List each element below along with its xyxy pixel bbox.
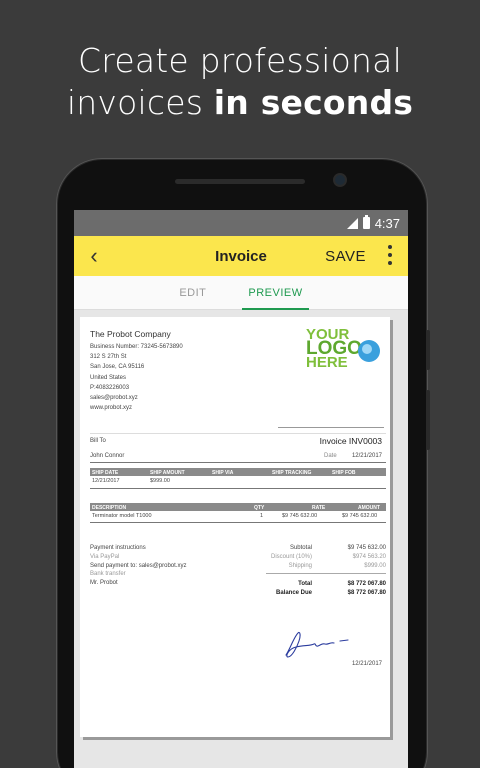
bill-to-label: Bill To bbox=[90, 438, 106, 444]
front-camera bbox=[333, 173, 347, 187]
volume-button bbox=[426, 330, 430, 370]
ship-amount: $999.00 bbox=[150, 478, 170, 484]
signature-image bbox=[285, 631, 349, 658]
status-bar: 4:37 bbox=[74, 210, 408, 236]
company-line: San Jose, CA 95116 bbox=[90, 364, 145, 371]
date-label: Date bbox=[324, 453, 337, 459]
headline-line-1: Create professional bbox=[78, 41, 402, 80]
ship-header-cell: SHIP VIA bbox=[212, 469, 234, 476]
headline-line-2: invoices in seconds bbox=[0, 82, 480, 124]
ship-header-cell: SHIP DATE bbox=[92, 469, 119, 476]
headline-bold: in seconds bbox=[213, 83, 414, 122]
payment-via: Via PayPal bbox=[90, 553, 120, 560]
shipping-value: $999.00 bbox=[364, 562, 386, 569]
company-name: The Probot Company bbox=[90, 329, 171, 339]
totals-labels: Subtotal Discount (10%) Shipping bbox=[266, 544, 312, 570]
items-header-cell: RATE bbox=[312, 504, 326, 511]
phone-screen: 4:37 ‹ Invoice SAVE EDIT PREVIEW The Pro… bbox=[74, 210, 408, 768]
items-header-cell: DESCRIPTION bbox=[92, 504, 127, 511]
signal-icon bbox=[346, 217, 358, 229]
invoice-preview: The Probot Company Business Number: 7324… bbox=[80, 317, 390, 737]
save-button[interactable]: SAVE bbox=[325, 248, 366, 265]
invoice-number: Invoice INV0003 bbox=[319, 436, 382, 446]
discount-label: Discount (10%) bbox=[270, 553, 312, 560]
total-value: $8 772 067.80 bbox=[347, 581, 386, 587]
items-header-cell: AMOUNT bbox=[358, 504, 380, 511]
signature-date: 12/21/2017 bbox=[351, 661, 382, 667]
company-line: sales@probot.xyz bbox=[90, 395, 138, 402]
payment-name: Mr. Probot bbox=[90, 580, 118, 587]
item-qty: 1 bbox=[260, 513, 264, 519]
payment-bank: Bank transfer bbox=[90, 571, 126, 578]
tab-edit[interactable]: EDIT bbox=[173, 276, 212, 310]
item-rate: $9 745 632.00 bbox=[282, 513, 318, 519]
tab-preview[interactable]: PREVIEW bbox=[242, 276, 309, 310]
company-line: United States bbox=[90, 374, 127, 381]
payment-instructions: Payment instructions Via PayPal Send pay… bbox=[90, 544, 186, 588]
totals-values: $9 745 632.00 $974 563.20 $999.00 bbox=[320, 544, 386, 570]
more-options-icon[interactable] bbox=[388, 245, 392, 269]
ship-date: 12/21/2017 bbox=[92, 478, 120, 484]
invoice-date: 12/21/2017 bbox=[351, 453, 382, 459]
balance-value: $8 772 067.80 bbox=[347, 589, 386, 596]
app-bar: ‹ Invoice SAVE bbox=[74, 236, 408, 276]
grand-totals-values: $8 772 067.80 $8 772 067.80 bbox=[320, 580, 386, 598]
status-time: 4:37 bbox=[374, 215, 400, 231]
divider bbox=[278, 427, 384, 428]
subtotal-value: $9 745 632.00 bbox=[347, 545, 386, 551]
payment-send: Send payment to: sales@probot.xyz bbox=[90, 562, 187, 569]
divider bbox=[90, 462, 386, 463]
company-line: P:4083226003 bbox=[90, 384, 130, 391]
client-name: John Connor bbox=[90, 453, 125, 459]
logo-circle-icon bbox=[358, 340, 380, 362]
power-button bbox=[426, 390, 430, 450]
tab-bar: EDIT PREVIEW bbox=[74, 276, 408, 310]
subtotal-label: Subtotal bbox=[289, 545, 312, 551]
payment-title: Payment instructions bbox=[90, 545, 146, 551]
company-line: Business Number: 73245-5673890 bbox=[90, 344, 183, 350]
item-amount: $9 745 632.00 bbox=[342, 513, 378, 519]
headline-regular: invoices bbox=[66, 83, 214, 122]
company-line: www.probot.xyz bbox=[90, 405, 133, 412]
items-table-header: DESCRIPTION QTY RATE AMOUNT bbox=[90, 503, 386, 511]
item-description: Terminator model T1000 bbox=[92, 513, 152, 519]
grand-totals-labels: Total Balance Due bbox=[266, 580, 312, 598]
balance-label: Balance Due bbox=[275, 589, 312, 596]
discount-value: $974 563.20 bbox=[352, 553, 386, 560]
divider bbox=[90, 488, 386, 489]
divider bbox=[266, 573, 386, 574]
ship-header-cell: SHIP AMOUNT bbox=[150, 469, 185, 476]
battery-icon bbox=[362, 215, 370, 229]
ship-table-header: SHIP DATE SHIP AMOUNT SHIP VIA SHIP TRAC… bbox=[90, 468, 386, 476]
ship-header-cell: SHIP FOB bbox=[332, 469, 356, 476]
items-header-cell: QTY bbox=[254, 504, 265, 511]
company-line: 312 S 27th St bbox=[90, 354, 127, 361]
total-label: Total bbox=[298, 581, 312, 587]
speaker-grille bbox=[175, 179, 305, 184]
divider bbox=[90, 433, 386, 434]
promo-headline: Create professional invoices in seconds bbox=[0, 40, 480, 124]
divider bbox=[90, 522, 386, 523]
ship-header-cell: SHIP TRACKING bbox=[272, 469, 312, 476]
logo-placeholder: YOUR LOGO HERE bbox=[306, 327, 386, 376]
shipping-label: Shipping bbox=[288, 562, 312, 569]
company-info: The Probot Company Business Number: 7324… bbox=[90, 329, 183, 413]
